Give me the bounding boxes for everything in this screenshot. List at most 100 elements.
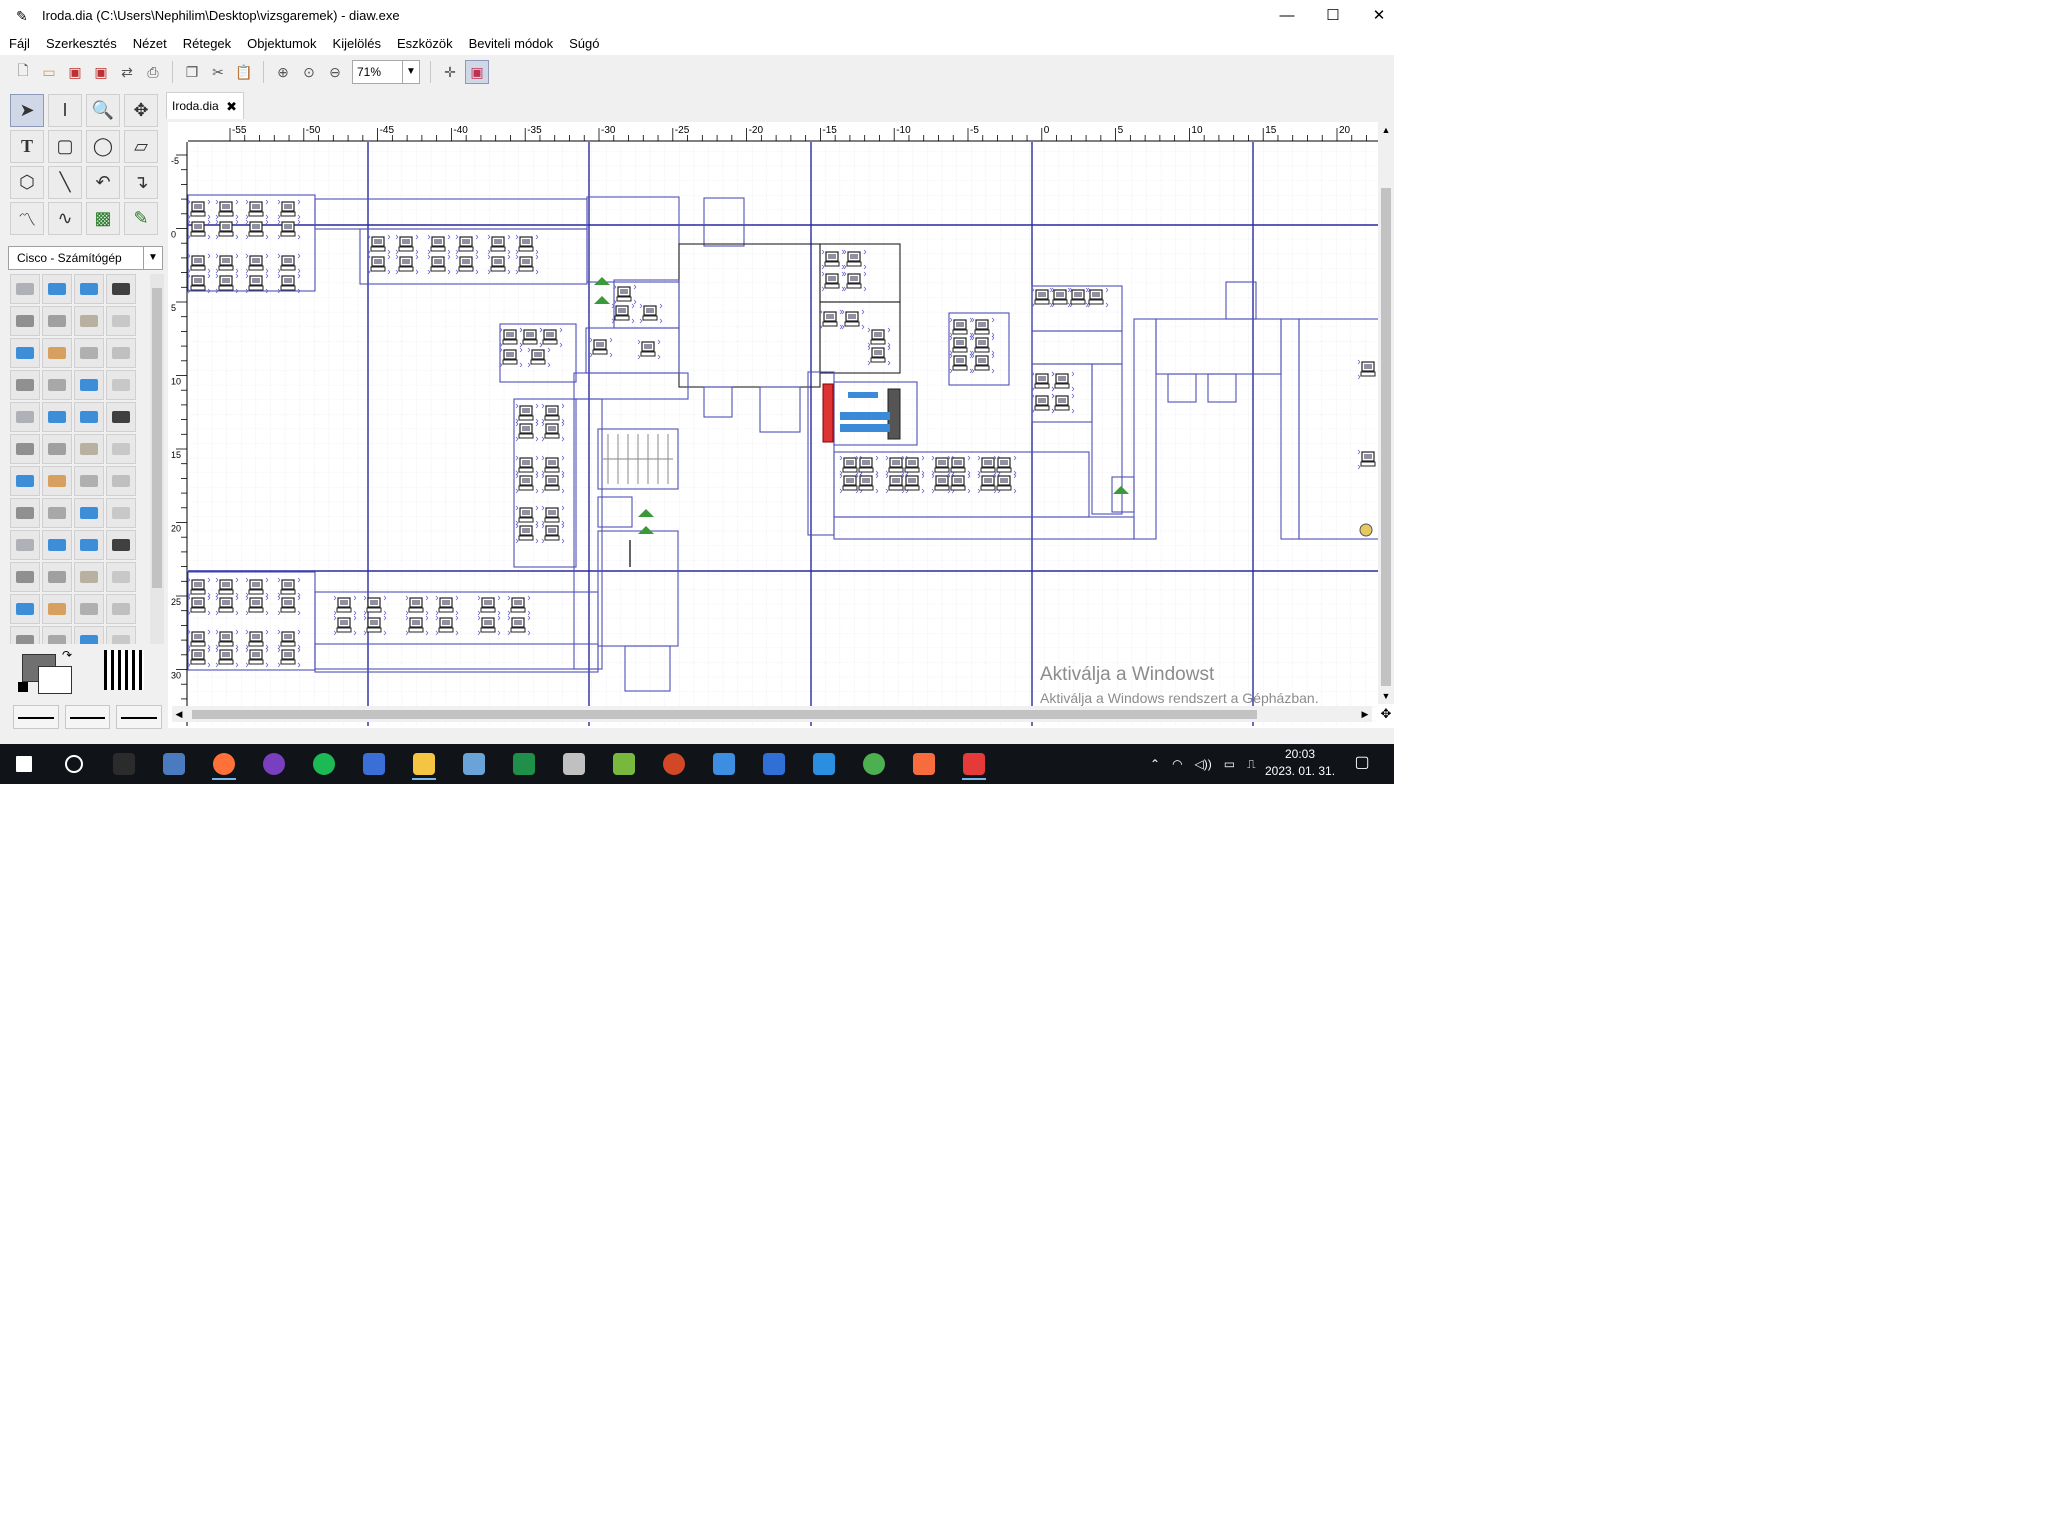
bezier-line-tool-icon[interactable]: ∿ [48, 202, 82, 235]
tab-iroda[interactable]: Iroda.dia ✖ [166, 92, 244, 119]
polyline-tool-icon[interactable]: 〽 [10, 202, 44, 235]
background-color-swatch[interactable] [38, 666, 72, 694]
cisco-shape-icon[interactable] [10, 370, 40, 400]
cisco-shape-icon[interactable] [106, 594, 136, 624]
cisco-shape-icon[interactable] [42, 626, 72, 644]
start-icon[interactable] [4, 748, 44, 780]
notification-icon[interactable]: ▢ [1350, 752, 1374, 776]
swap-colors-icon[interactable]: ↷ [62, 648, 72, 662]
volume-icon[interactable]: ◁)) [1195, 757, 1212, 771]
cisco-shape-icon[interactable] [42, 530, 72, 560]
ellipse-tool-icon[interactable]: ◯ [86, 130, 120, 163]
vscode-icon[interactable] [804, 748, 844, 780]
cisco-shape-icon[interactable] [106, 402, 136, 432]
navigation-cross-icon[interactable]: ✥ [1378, 706, 1394, 722]
powerpoint-icon[interactable] [654, 748, 694, 780]
menu-layers[interactable]: Rétegek [183, 36, 231, 51]
menu-file[interactable]: Fájl [9, 36, 30, 51]
cisco-shape-icon[interactable] [106, 498, 136, 528]
palette-scrollbar-thumb[interactable] [152, 288, 162, 588]
menu-select[interactable]: Kijelölés [333, 36, 381, 51]
menu-view[interactable]: Nézet [133, 36, 167, 51]
search-icon[interactable] [54, 748, 94, 780]
zoom-value[interactable]: 71% [353, 65, 402, 79]
printer-icon[interactable] [1359, 523, 1373, 537]
dia-icon[interactable] [954, 748, 994, 780]
chevron-up-icon[interactable]: ⌃ [1150, 757, 1160, 771]
clock-time[interactable]: 20:03 [1262, 746, 1338, 763]
terminal-icon[interactable] [104, 748, 144, 780]
box-tool-icon[interactable]: ▢ [48, 130, 82, 163]
chevron-down-icon[interactable]: ▼ [402, 61, 419, 83]
xampp-icon[interactable] [904, 748, 944, 780]
cisco-shape-icon[interactable] [74, 466, 104, 496]
shark-icon[interactable] [754, 748, 794, 780]
image-tool-icon[interactable]: ▩ [86, 202, 120, 235]
cisco-shape-icon[interactable] [42, 370, 72, 400]
scroll-down-icon[interactable]: ▼ [1378, 688, 1394, 704]
zoom-out-icon[interactable]: ⊖ [324, 61, 346, 83]
cisco-shape-icon[interactable] [106, 434, 136, 464]
open-icon[interactable]: ▭ [38, 61, 60, 83]
palette-scrollbar[interactable] [150, 274, 164, 644]
patch-panel-icon[interactable] [822, 383, 834, 443]
default-colors-icon[interactable] [18, 682, 28, 692]
cisco-shape-icon[interactable] [10, 530, 40, 560]
usb-icon[interactable]: ⎍ [1247, 757, 1255, 772]
snap-to-grid-icon[interactable]: ✛ [439, 61, 461, 83]
clock-date[interactable]: 2023. 01. 31. [1262, 763, 1338, 780]
beziergon-tool-icon[interactable]: ⬡ [10, 166, 44, 199]
maximize-button[interactable]: ☐ [1310, 0, 1356, 31]
cisco-shape-icon[interactable] [42, 274, 72, 304]
cisco-shape-icon[interactable] [42, 466, 72, 496]
spotify-icon[interactable] [304, 748, 344, 780]
cisco-shape-icon[interactable] [42, 402, 72, 432]
zoom-fit-icon[interactable]: ⊙ [298, 61, 320, 83]
zoom-in-icon[interactable]: ⊕ [272, 61, 294, 83]
line-style-selector[interactable] [64, 705, 111, 729]
scroll-left-icon[interactable]: ◀ [172, 706, 186, 722]
cisco-shape-icon[interactable] [74, 530, 104, 560]
cisco-shape-icon[interactable] [74, 434, 104, 464]
edge-icon[interactable] [704, 748, 744, 780]
zoom-combo[interactable]: 71% ▼ [352, 60, 420, 84]
cisco-shape-icon[interactable] [74, 338, 104, 368]
paint-icon[interactable] [454, 748, 494, 780]
calculator-icon[interactable] [154, 748, 194, 780]
cisco-shape-icon[interactable] [10, 626, 40, 644]
line-width-icon[interactable] [104, 650, 144, 690]
file-explorer-icon[interactable] [404, 748, 444, 780]
firefox-icon[interactable] [204, 748, 244, 780]
cisco-shape-icon[interactable] [106, 370, 136, 400]
pen-icon[interactable] [554, 748, 594, 780]
vertical-scrollbar[interactable]: ▲ ▼ [1378, 122, 1394, 704]
diagram-canvas[interactable]: -55 -50 -45 -40 -35 -30 -25 -20 -15 -10 -5 0 5 10 15 20… [168, 122, 1394, 728]
save-icon[interactable]: ▣ [64, 61, 86, 83]
cisco-shape-icon[interactable] [42, 498, 72, 528]
text-edit-tool-icon[interactable]: I [48, 94, 82, 127]
menu-input-methods[interactable]: Beviteli módok [469, 36, 554, 51]
horizontal-scrollbar[interactable]: ◀ ▶ [172, 706, 1372, 722]
close-button[interactable]: ✕ [1356, 0, 1394, 31]
cisco-shape-icon[interactable] [106, 274, 136, 304]
pointer-tool-icon[interactable]: ➤ [10, 94, 44, 127]
clock[interactable]: 20:03 2023. 01. 31. [1262, 746, 1338, 780]
cisco-shape-icon[interactable] [10, 434, 40, 464]
cisco-shape-icon[interactable] [10, 274, 40, 304]
sheet-name[interactable]: Cisco - Számítógép [17, 251, 122, 265]
print-icon[interactable]: ⎙ [142, 61, 164, 83]
zigzag-line-tool-icon[interactable]: ↴ [124, 166, 158, 199]
close-tab-icon[interactable]: ✖ [226, 93, 237, 120]
cisco-shape-icon[interactable] [10, 562, 40, 592]
cisco-shape-icon[interactable] [42, 338, 72, 368]
cisco-shape-icon[interactable] [42, 306, 72, 336]
menu-objects[interactable]: Objektumok [247, 36, 316, 51]
magnify-tool-icon[interactable]: 🔍 [86, 94, 120, 127]
scroll-right-icon[interactable]: ▶ [1358, 706, 1372, 722]
paste-icon[interactable]: 📋 [233, 61, 255, 83]
cut-icon[interactable]: ✂ [207, 61, 229, 83]
cisco-shape-icon[interactable] [10, 594, 40, 624]
cisco-shape-icon[interactable] [74, 274, 104, 304]
switch-icon[interactable] [840, 412, 890, 420]
vertical-scrollbar-thumb[interactable] [1381, 188, 1391, 686]
